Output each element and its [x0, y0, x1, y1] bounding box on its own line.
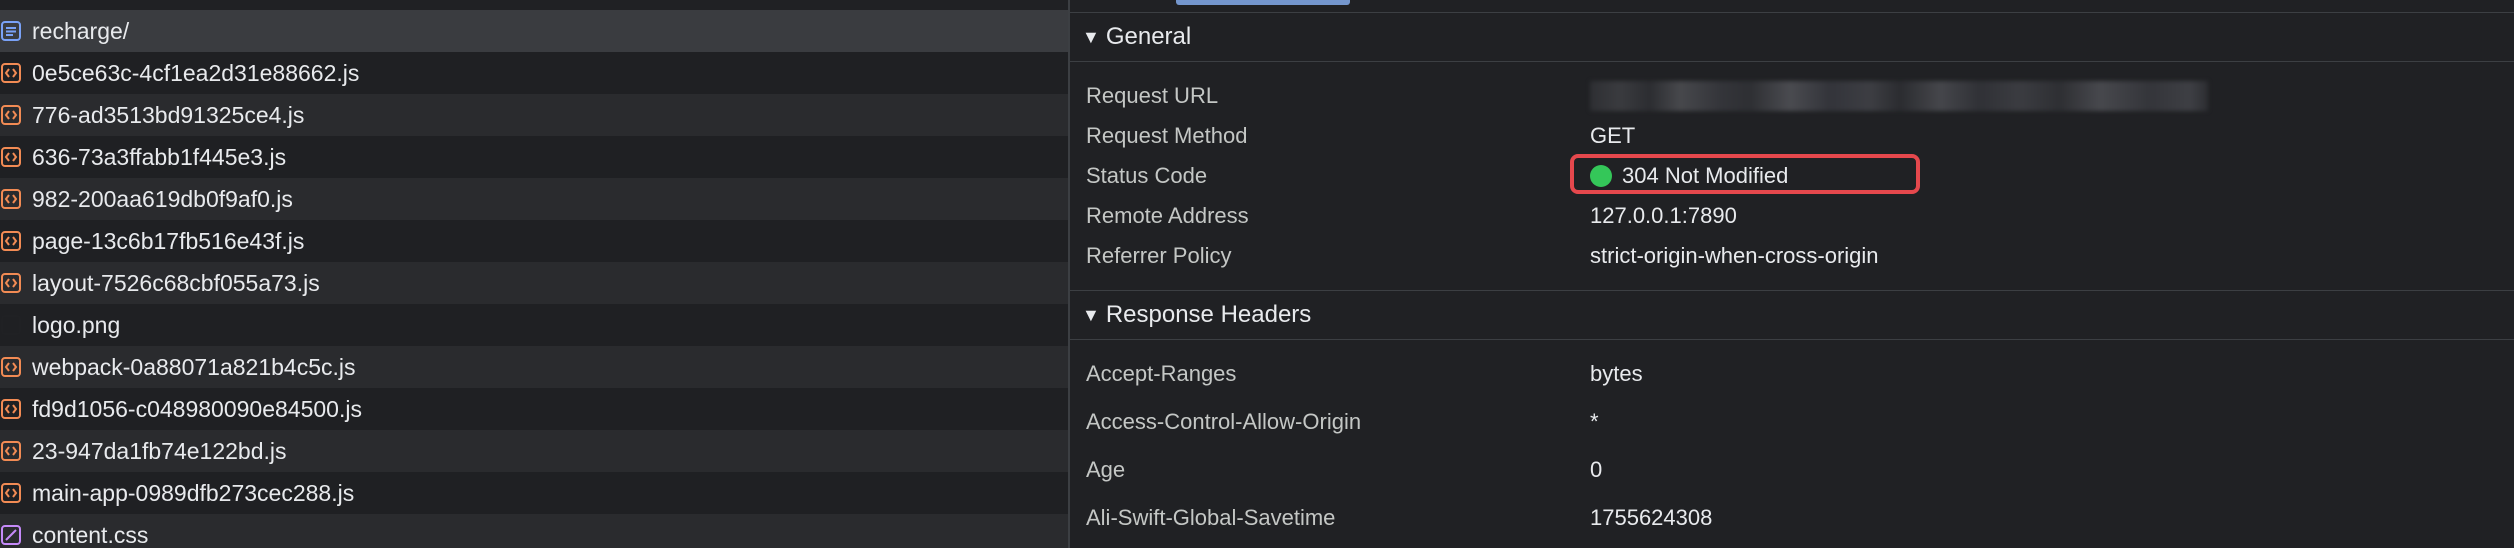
request-name: 636-73a3ffabb1f445e3.js: [32, 144, 287, 170]
request-method-value: GET: [1590, 123, 1636, 148]
request-name: 982-200aa619db0f9af0.js: [32, 186, 293, 212]
script-icon: [0, 356, 22, 378]
request-row[interactable]: logo.png: [0, 304, 1068, 346]
response-header-row: Access-Control-Allow-Origin *: [1070, 406, 2514, 438]
request-name: logo.png: [32, 312, 121, 338]
response-headers-section-header[interactable]: ▼ Response Headers: [1070, 290, 2514, 340]
script-icon: [0, 398, 22, 420]
request-name: 0e5ce63c-4cf1ea2d31e88662.js: [32, 60, 360, 86]
header-value: 1755624308: [1590, 505, 1713, 530]
script-icon: [0, 146, 22, 168]
document-icon: [0, 20, 22, 42]
response-headers-title: Response Headers: [1105, 301, 1312, 328]
script-icon: [0, 104, 22, 126]
image-icon: [0, 314, 22, 336]
request-name: main-app-0989dfb273cec288.js: [32, 480, 355, 506]
general-section-header[interactable]: ▼ General: [1070, 12, 2514, 62]
request-row[interactable]: page-13c6b17fb516e43f.js: [0, 220, 1068, 262]
script-icon: [0, 482, 22, 504]
request-method-label: Request Method: [1086, 123, 1248, 148]
status-code-row: Status Code 304 Not Modified: [1070, 160, 2514, 192]
request-name: 776-ad3513bd91325ce4.js: [32, 102, 305, 128]
request-name: fd9d1056-c048980090e84500.js: [32, 396, 362, 422]
header-value: *: [1590, 409, 1599, 434]
header-name: Access-Control-Allow-Origin: [1086, 409, 1362, 434]
header-value: 0: [1590, 457, 1603, 482]
script-icon: [0, 188, 22, 210]
request-name: recharge/: [32, 18, 130, 44]
request-row[interactable]: 982-200aa619db0f9af0.js: [0, 178, 1068, 220]
request-name: content.css: [32, 522, 149, 548]
request-list: recharge/ 0e5ce63c-4cf1ea2d31e88662.js 7…: [0, 10, 1068, 548]
header-value: bytes: [1590, 361, 1643, 386]
request-row[interactable]: 776-ad3513bd91325ce4.js: [0, 94, 1068, 136]
status-code-text: 304 Not Modified: [1622, 163, 1789, 188]
response-header-row: Ali-Swift-Global-Savetime 1755624308: [1070, 502, 2514, 534]
headers-tab-indicator[interactable]: [1176, 0, 1350, 5]
request-name: page-13c6b17fb516e43f.js: [32, 228, 305, 254]
general-section-title: General: [1105, 23, 1192, 50]
request-url-value[interactable]: [1590, 81, 2208, 111]
remote-address-label: Remote Address: [1086, 203, 1249, 228]
request-row[interactable]: 0e5ce63c-4cf1ea2d31e88662.js: [0, 52, 1068, 94]
collapse-triangle-icon: ▼: [1082, 304, 1100, 325]
response-header-row: Age 0: [1070, 454, 2514, 486]
response-header-row: Accept-Ranges bytes: [1070, 358, 2514, 390]
request-name: webpack-0a88071a821b4c5c.js: [32, 354, 356, 380]
script-icon: [0, 62, 22, 84]
request-row[interactable]: main-app-0989dfb273cec288.js: [0, 472, 1068, 514]
status-ok-icon: [1590, 165, 1612, 187]
request-row[interactable]: 23-947da1fb74e122bd.js: [0, 430, 1068, 472]
referrer-policy-label: Referrer Policy: [1086, 243, 1232, 268]
script-icon: [0, 272, 22, 294]
status-code-label: Status Code: [1086, 163, 1208, 188]
request-details-panel: ▼ General Request URL Request Method GET…: [1070, 0, 2514, 548]
referrer-policy-value: strict-origin-when-cross-origin: [1590, 243, 1879, 268]
script-icon: [0, 230, 22, 252]
request-name: 23-947da1fb74e122bd.js: [32, 438, 287, 464]
request-row[interactable]: layout-7526c68cbf055a73.js: [0, 262, 1068, 304]
status-code-value: 304 Not Modified: [1590, 163, 1788, 189]
request-method-row: Request Method GET: [1070, 120, 2514, 152]
request-row[interactable]: recharge/: [0, 10, 1068, 52]
request-url-label: Request URL: [1086, 83, 1219, 108]
request-row[interactable]: content.css: [0, 514, 1068, 548]
request-row[interactable]: webpack-0a88071a821b4c5c.js: [0, 346, 1068, 388]
request-name: layout-7526c68cbf055a73.js: [32, 270, 320, 296]
collapse-triangle-icon: ▼: [1082, 26, 1100, 47]
remote-address-row: Remote Address 127.0.0.1:7890: [1070, 200, 2514, 232]
remote-address-value: 127.0.0.1:7890: [1590, 203, 1737, 228]
request-row[interactable]: 636-73a3ffabb1f445e3.js: [0, 136, 1068, 178]
script-icon: [0, 440, 22, 462]
request-row[interactable]: fd9d1056-c048980090e84500.js: [0, 388, 1068, 430]
redacted-url: [1590, 81, 2208, 111]
header-name: Ali-Swift-Global-Savetime: [1086, 505, 1336, 530]
stylesheet-icon: [0, 524, 22, 546]
header-name: Accept-Ranges: [1086, 361, 1237, 386]
request-list-panel: recharge/ 0e5ce63c-4cf1ea2d31e88662.js 7…: [0, 0, 1068, 548]
header-name: Age: [1086, 457, 1126, 482]
request-url-row: Request URL: [1070, 80, 2514, 112]
referrer-policy-row: Referrer Policy strict-origin-when-cross…: [1070, 240, 2514, 272]
